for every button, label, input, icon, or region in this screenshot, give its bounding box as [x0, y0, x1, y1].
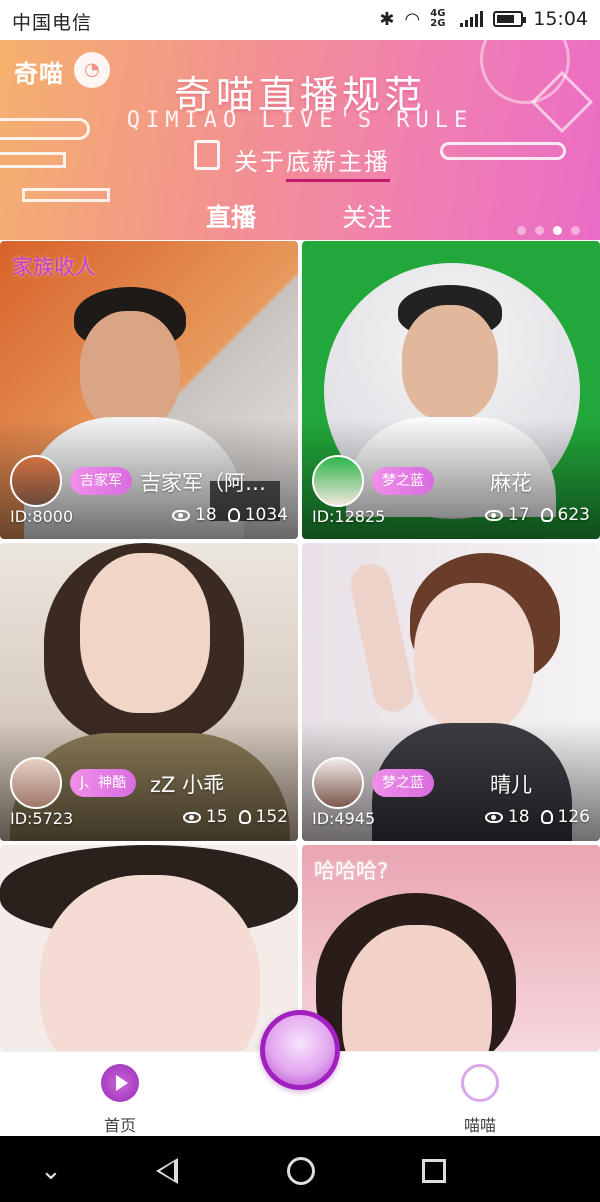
stream-thumbnail — [0, 845, 298, 1051]
family-badge: 梦之蓝 — [372, 467, 434, 495]
stream-card[interactable]: 哈哈哈? — [302, 845, 600, 1051]
family-badge: J、神酷 — [70, 769, 137, 797]
stream-stats: 17 623 — [484, 505, 590, 525]
carousel-dot — [535, 226, 544, 235]
nav-home-label: 首页 — [103, 1116, 136, 1135]
like-count: 126 — [557, 807, 590, 827]
like-count: 152 — [255, 807, 288, 827]
banner-tagline: 关于底薪主播 — [234, 142, 390, 182]
tab-live[interactable]: 直播 — [206, 198, 256, 234]
battery-icon — [493, 11, 527, 27]
streamer-id: ID:8000 — [10, 507, 74, 526]
bulb-icon — [238, 810, 251, 824]
eye-icon — [182, 811, 201, 823]
stream-grid: 家族收人 吉家军 吉家军（阿… ID:8000 18 1034 梦之蓝 麻花 I… — [0, 241, 600, 1051]
carousel-indicator — [517, 226, 580, 235]
start-live-button[interactable] — [260, 1010, 340, 1090]
chevron-down-icon[interactable]: ⌄ — [40, 1156, 62, 1186]
stream-card[interactable]: J、神酷 zZ 小乖 ID:5723 15 152 — [0, 543, 298, 841]
viewer-count: 17 — [507, 505, 530, 525]
streamer-id: ID:12825 — [312, 507, 386, 526]
avatar — [10, 757, 62, 809]
family-tag: 家族收人 — [12, 255, 96, 279]
carousel-dot-active — [553, 226, 562, 235]
clock: 15:04 — [533, 8, 588, 30]
viewer-count: 18 — [195, 505, 217, 525]
deco-ruler — [440, 142, 566, 160]
stream-stats: 15 152 — [182, 807, 288, 827]
stream-card[interactable] — [0, 845, 298, 1051]
cat-icon — [461, 1064, 499, 1102]
stream-stats: 18 1034 — [172, 505, 288, 525]
bulb-icon — [540, 508, 553, 522]
status-icons: ✱ ◠ 4G 2G 15:04 — [379, 8, 588, 30]
network-type: 4G 2G — [430, 8, 446, 29]
stream-card[interactable]: 梦之蓝 麻花 ID:12825 17 623 — [302, 241, 600, 539]
avatar — [10, 455, 62, 507]
tab-follow[interactable]: 关注 — [342, 198, 392, 234]
home-icon[interactable] — [287, 1157, 315, 1185]
streamer-name: 晴儿 — [490, 773, 532, 797]
carousel-dot — [517, 226, 526, 235]
carrier-label: 中国电信 — [12, 12, 93, 34]
streamer-name: 吉家军（阿… — [140, 471, 266, 495]
nav-home[interactable]: 首页 — [80, 1064, 160, 1136]
bulb-icon — [540, 810, 553, 824]
system-nav-bar: ⌄ — [0, 1136, 600, 1202]
avatar — [312, 455, 364, 507]
back-icon[interactable] — [156, 1158, 178, 1184]
streamer-id: ID:5723 — [10, 809, 74, 828]
family-tag: 哈哈哈? — [314, 859, 389, 883]
recents-icon[interactable] — [422, 1159, 446, 1183]
like-count: 623 — [557, 505, 590, 525]
eye-icon — [484, 811, 503, 823]
feed-tabs: 直播 关注 — [0, 198, 600, 238]
document-icon — [194, 140, 220, 170]
streamer-name: 麻花 — [490, 471, 532, 495]
carousel-dot — [571, 226, 580, 235]
eye-icon — [484, 509, 503, 521]
stream-card[interactable]: 家族收人 吉家军 吉家军（阿… ID:8000 18 1034 — [0, 241, 298, 539]
viewer-count: 15 — [205, 807, 228, 827]
tagline-prefix: 关于 — [234, 148, 286, 176]
play-icon — [101, 1064, 139, 1102]
stream-stats: 18 126 — [484, 807, 590, 827]
bluetooth-icon: ✱ — [379, 8, 395, 30]
nav-miao-label: 喵喵 — [463, 1116, 496, 1135]
viewer-count: 18 — [507, 807, 530, 827]
streamer-name: zZ 小乖 — [150, 773, 225, 797]
banner-subtitle: QIMIAO LIVE'S RULE — [126, 108, 474, 133]
tagline-highlight: 底薪主播 — [286, 148, 390, 182]
bulb-icon — [227, 508, 240, 522]
eye-icon — [172, 509, 191, 521]
like-count: 1034 — [244, 505, 288, 525]
avatar — [312, 757, 364, 809]
promo-banner[interactable]: 奇喵 ◔ 奇喵直播规范 QIMIAO LIVE'S RULE 关于底薪主播 直播… — [0, 40, 600, 240]
streamer-id: ID:4945 — [312, 809, 376, 828]
status-bar: 中国电信 ✱ ◠ 4G 2G 15:04 — [0, 0, 600, 40]
family-badge: 吉家军 — [70, 467, 132, 495]
deco-pencil — [0, 152, 66, 168]
signal-icon — [460, 11, 484, 27]
nav-miao[interactable]: 喵喵 — [440, 1064, 520, 1136]
wifi-icon: ◠ — [404, 8, 421, 30]
stream-card[interactable]: 梦之蓝 晴儿 ID:4945 18 126 — [302, 543, 600, 841]
family-badge: 梦之蓝 — [372, 769, 434, 797]
